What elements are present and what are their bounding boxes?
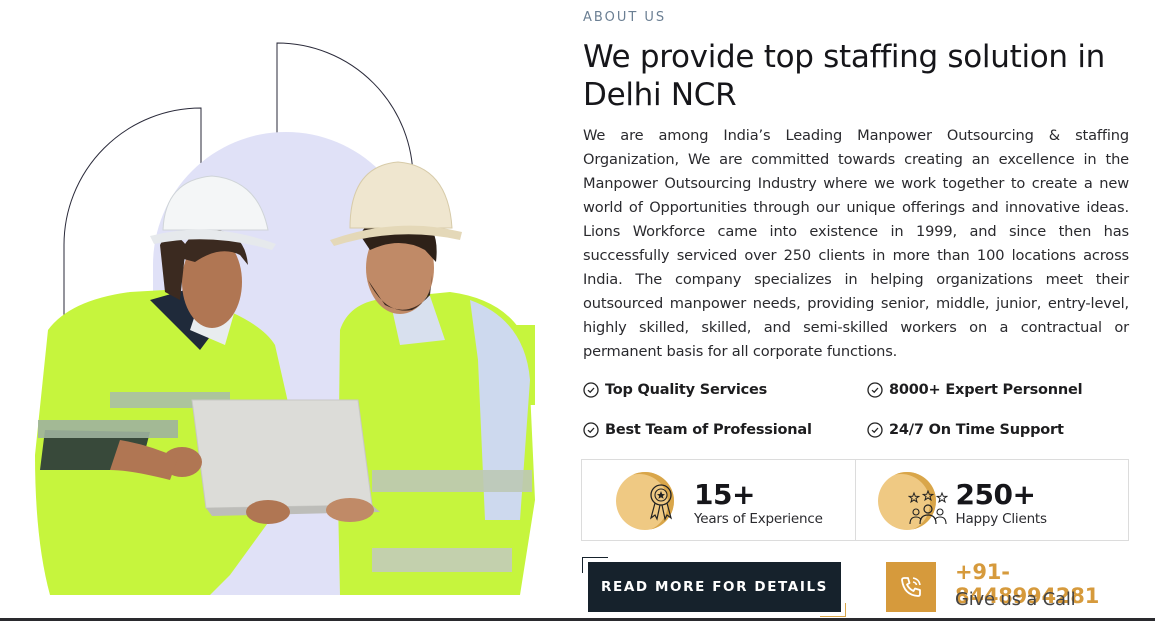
about-section: ABOUT US We provide top staffing solutio… bbox=[581, 0, 1131, 621]
about-paragraph: We are among India’s Leading Manpower Ou… bbox=[583, 127, 1129, 360]
check-circle-icon bbox=[867, 422, 883, 438]
stat-clients: 250+ Happy Clients bbox=[854, 460, 1129, 540]
workers-illustration bbox=[35, 42, 535, 595]
feature-item: 24/7 On Time Support bbox=[867, 422, 1064, 438]
phone-caption: Give us a Call bbox=[955, 589, 1076, 610]
check-circle-icon bbox=[583, 422, 599, 438]
feature-item: Best Team of Professional bbox=[583, 422, 812, 438]
team-stars-icon bbox=[907, 490, 948, 525]
check-circle-icon bbox=[583, 382, 599, 398]
button-corner-decoration bbox=[820, 603, 846, 617]
stats-box: 15+ Years of Experience 250+ Happy Clien… bbox=[581, 459, 1129, 541]
stat-experience: 15+ Years of Experience bbox=[582, 460, 855, 540]
stat-value: 15+ bbox=[694, 478, 755, 511]
award-medal-icon bbox=[649, 484, 673, 521]
feature-item: 8000+ Expert Personnel bbox=[867, 382, 1083, 398]
stat-label: Years of Experience bbox=[694, 511, 823, 527]
stat-label: Happy Clients bbox=[955, 511, 1048, 527]
feature-label: Best Team of Professional bbox=[605, 422, 812, 438]
phone-call-icon bbox=[901, 577, 921, 597]
check-circle-icon bbox=[867, 382, 883, 398]
feature-label: 8000+ Expert Personnel bbox=[889, 382, 1083, 398]
hero-image bbox=[0, 0, 560, 621]
phone-call-button[interactable] bbox=[886, 562, 936, 612]
feature-label: 24/7 On Time Support bbox=[889, 422, 1064, 438]
section-heading: We provide top staffing solution in Delh… bbox=[583, 39, 1105, 113]
section-eyebrow: ABOUT US bbox=[583, 10, 667, 25]
stat-value: 250+ bbox=[955, 478, 1036, 511]
feature-label: Top Quality Services bbox=[605, 382, 768, 398]
read-more-button[interactable]: READ MORE FOR DETAILS bbox=[588, 562, 841, 612]
feature-item: Top Quality Services bbox=[583, 382, 767, 398]
